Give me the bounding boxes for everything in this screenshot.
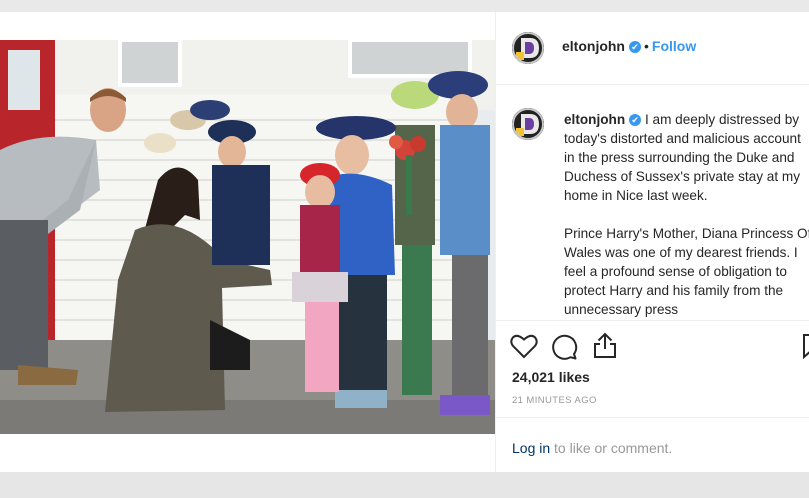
post-photo[interactable] [0,40,496,434]
comment-icon[interactable] [550,333,578,366]
share-icon[interactable] [592,331,618,364]
caption-username[interactable]: eltonjohn [564,112,625,127]
header-user-row: eltonjohn ✔ • Follow [562,38,696,56]
verified-badge-icon: ✔ [629,114,642,127]
post-caption: eltonjohn ✔ I am deeply distressed by tod… [512,108,809,318]
caption-avatar[interactable] [512,108,544,140]
verified-badge-icon: ✔ [629,40,641,53]
bookmark-icon[interactable] [802,333,809,364]
heart-icon[interactable] [510,333,538,364]
login-link[interactable]: Log in [512,440,550,456]
likes-count[interactable]: 24,021 likes [512,369,590,385]
login-prompt-row: Log in to like or comment. [496,417,809,474]
separator-dot: • [644,38,649,54]
caption-text: eltonjohn ✔ I am deeply distressed by tod… [564,110,809,318]
post-header: eltonjohn ✔•Follow • [496,12,809,85]
post-actions: 24,021 likes 21 MINUTES AGO Log in to li… [496,320,809,473]
caption-paragraph-2: Prince Harry's Mother, Diana Princess Of… [564,226,809,317]
follow-button[interactable]: Follow [652,38,696,54]
page-bottom-strip [0,472,809,498]
login-prompt-suffix: to like or comment. [550,440,673,456]
header-username[interactable]: eltonjohn [562,38,625,54]
avatar[interactable] [512,32,544,64]
photo-illustration [0,40,496,434]
post-timestamp[interactable]: 21 MINUTES AGO [512,395,597,406]
caption-paragraph-1: eltonjohn ✔ I am deeply distressed by tod… [564,110,809,205]
login-prompt: Log in to like or comment. [512,440,672,456]
browser-top-strip [0,0,809,12]
